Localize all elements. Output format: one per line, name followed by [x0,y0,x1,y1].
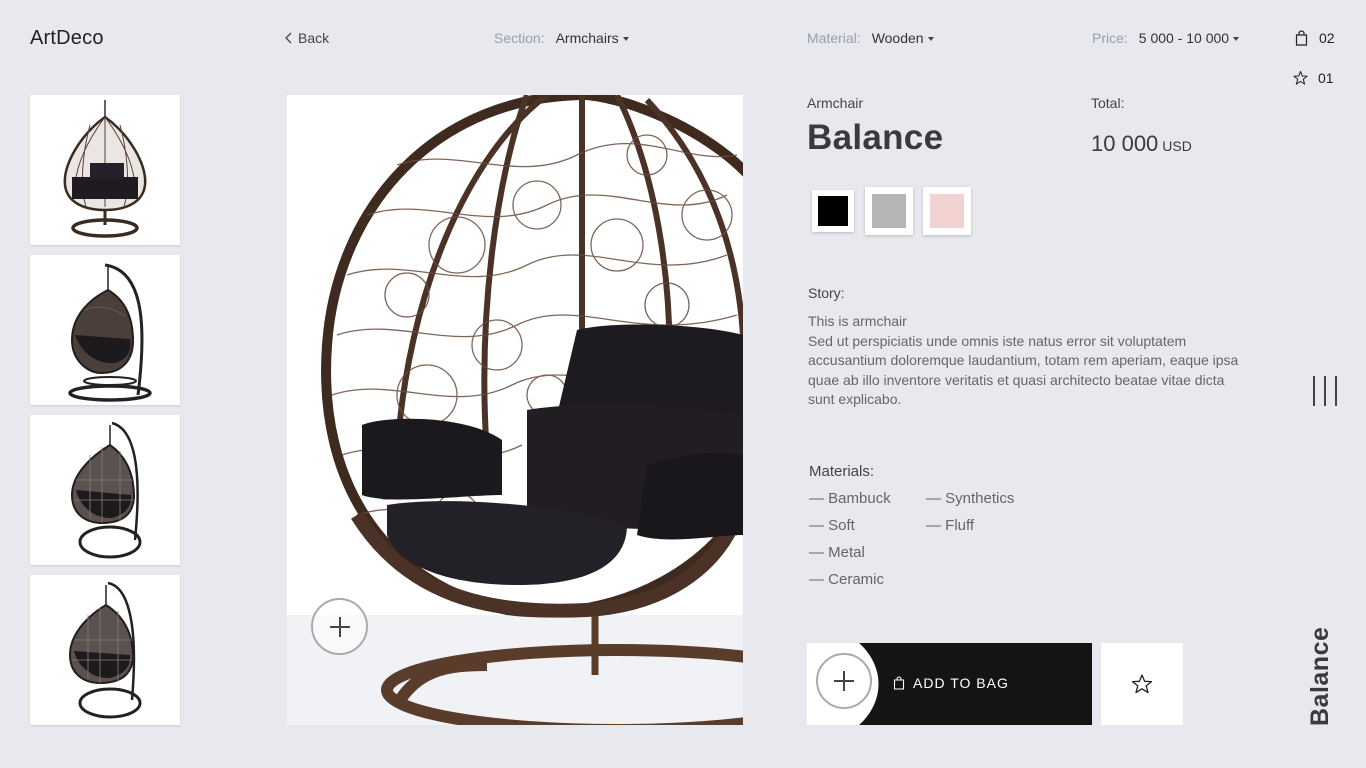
swatch-color [930,194,964,228]
section-filter-dropdown[interactable]: Armchairs [556,30,629,46]
brand-logo[interactable]: ArtDeco [30,27,104,50]
product-category: Armchair [807,95,864,111]
thumbnail-2[interactable] [30,255,180,405]
plus-icon [834,671,854,691]
price-filter-dropdown[interactable]: 5 000 - 10 000 [1138,30,1240,46]
add-to-bag-text: ADD TO BAG [913,675,1009,691]
material-filter-dropdown[interactable]: Wooden [872,30,934,46]
color-swatch-pink[interactable] [923,187,971,235]
price-value: 10 000 [1091,131,1159,156]
total-label: Total: [1091,95,1125,111]
back-button[interactable]: Back [285,30,329,46]
material-item: — Synthetics [926,490,1015,507]
chair-thumbnail-image [68,263,152,402]
story-line: Sed ut perspiciatis unde omnis iste natu… [808,332,1239,408]
material-item: — Bambuck [809,490,891,507]
material-item: — Soft [809,517,855,534]
menu-bars-icon[interactable] [1313,376,1337,406]
color-swatch-gray[interactable] [865,187,913,235]
swatch-color [818,196,848,226]
price-filter: Price: 5 000 - 10 000 [1092,30,1240,46]
material-filter-value: Wooden [871,30,924,46]
story-label: Story: [808,285,845,301]
color-swatch-black[interactable] [812,190,854,232]
material-item: — Fluff [926,517,975,534]
story-text: This is armchair Sed ut perspiciatis und… [808,312,1248,410]
chair-thumbnail-image [68,581,142,719]
thumbnail-1[interactable] [30,95,180,245]
product-title: Balance [807,118,944,157]
add-to-favorites-button[interactable] [1101,643,1183,725]
menu-bar [1313,376,1315,406]
menu-bar [1324,376,1326,406]
swatch-color [872,194,906,228]
add-to-bag-label: ADD TO BAG [893,675,1009,691]
materials-label: Materials: [809,463,875,480]
plus-icon [329,616,350,637]
section-filter: Section: Armchairs [494,30,629,46]
chevron-left-icon [285,32,292,44]
star-icon [1131,674,1153,694]
story-line: This is armchair [808,313,907,329]
shopping-bag-icon [893,676,905,690]
price-currency: USD [1162,138,1192,154]
bag-counter-button[interactable]: 02 [1294,30,1335,46]
chair-thumbnail-image [70,421,142,559]
add-to-bag-button[interactable]: ADD TO BAG [807,643,1092,725]
caret-down-icon [927,36,934,41]
menu-bar [1335,376,1337,406]
material-item: — Ceramic [809,571,885,588]
chair-thumbnail-image [63,100,147,238]
shopping-bag-icon [1295,30,1308,46]
star-icon [1293,70,1308,85]
favorites-counter-button[interactable]: 01 [1293,70,1334,86]
add-plus-button[interactable] [816,653,872,709]
caret-down-icon [1233,36,1240,41]
material-filter: Material: Wooden [807,30,934,46]
zoom-button[interactable] [311,598,368,655]
thumbnail-4[interactable] [30,575,180,725]
price-filter-value: 5 000 - 10 000 [1138,30,1230,46]
side-product-title: Balance [1306,620,1346,726]
main-product-image [287,95,743,725]
material-filter-label: Material: [807,30,861,46]
total-price: 10 000 USD [1091,131,1192,157]
section-filter-label: Section: [494,30,545,46]
bag-count: 02 [1319,30,1335,46]
price-filter-label: Price: [1092,30,1128,46]
back-label: Back [298,30,330,46]
section-filter-value: Armchairs [555,30,619,46]
caret-down-icon [622,36,629,41]
thumbnail-3[interactable] [30,415,180,565]
side-title-text: Balance [1306,626,1334,726]
favorites-count: 01 [1318,70,1334,86]
material-item: — Metal [809,544,865,561]
